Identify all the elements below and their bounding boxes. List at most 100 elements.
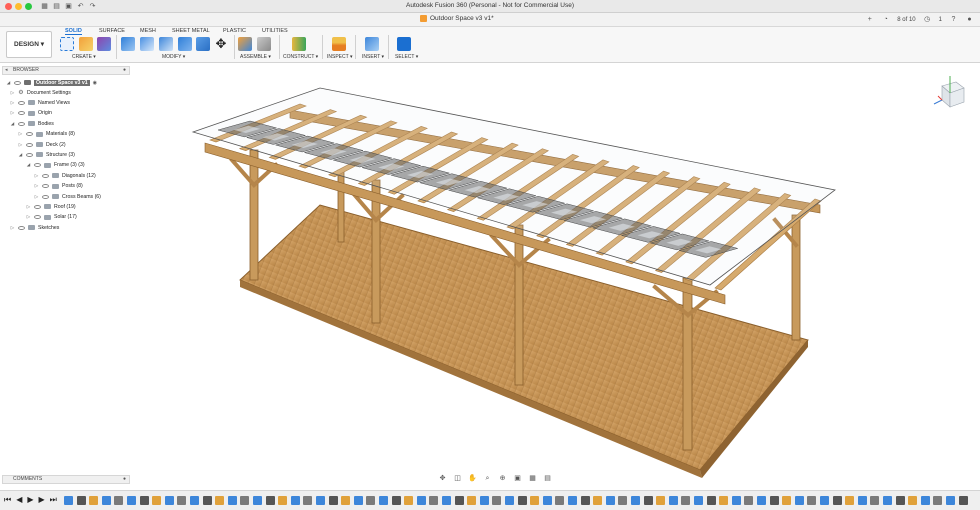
collapse-arrow-icon[interactable]: ◢ [26, 162, 31, 168]
timeline-feature-icon[interactable] [731, 496, 741, 505]
timeline-feature-icon[interactable] [164, 496, 174, 505]
tab-solid[interactable]: SOLID [65, 28, 82, 35]
timeline-feature-icon[interactable] [769, 496, 779, 505]
timeline-feature-icon[interactable] [946, 496, 955, 505]
timeline-feature-icon[interactable] [492, 496, 502, 505]
timeline-feature-icon[interactable] [568, 496, 577, 505]
inspect-menu[interactable]: INSPECT ▾ [327, 54, 352, 60]
document-tab[interactable]: Outdoor Space v3 v1* [420, 15, 494, 22]
timeline-feature-icon[interactable] [505, 496, 514, 505]
timeline-feature-icon[interactable] [908, 496, 918, 505]
timeline-feature-icon[interactable] [190, 496, 199, 505]
pan-icon[interactable]: ✋ [468, 474, 477, 483]
tree-item[interactable]: ▷ Roof (19) [26, 202, 76, 211]
timeline-prev-icon[interactable]: ◀ [16, 495, 22, 505]
tree-item[interactable]: ▷ Posts (8) [34, 182, 83, 191]
expand-arrow-icon[interactable]: ▷ [26, 204, 31, 210]
timeline-feature-icon[interactable] [530, 496, 540, 505]
viewcube-icon[interactable] [930, 72, 970, 112]
timeline-feature-icon[interactable] [290, 496, 300, 505]
expand-arrow-icon[interactable]: ▷ [10, 100, 15, 106]
pin-icon[interactable]: ● [123, 67, 126, 74]
measure-icon[interactable] [332, 37, 346, 51]
workspace-switcher[interactable]: DESIGN ▾ [6, 31, 52, 58]
timeline-feature-icon[interactable] [328, 496, 338, 505]
timeline-feature-icon[interactable] [958, 496, 968, 505]
collapse-arrow-icon[interactable]: ◂ [5, 67, 8, 74]
insert-image-icon[interactable] [365, 37, 379, 51]
visibility-eye-icon[interactable] [18, 121, 25, 126]
tree-item[interactable]: ▷ Origin [10, 109, 52, 118]
collapse-arrow-icon[interactable]: ◢ [18, 152, 23, 158]
timeline-feature-icon[interactable] [454, 496, 464, 505]
timeline-feature-icon[interactable] [883, 496, 892, 505]
visibility-eye-icon[interactable] [34, 215, 41, 220]
timeline-feature-icon[interactable] [391, 496, 401, 505]
visibility-eye-icon[interactable] [42, 184, 49, 189]
timeline-feature-icon[interactable] [404, 496, 414, 505]
timeline-feature-icon[interactable] [202, 496, 212, 505]
timeline-feature-icon[interactable] [719, 496, 729, 505]
fillet-icon[interactable] [140, 37, 154, 51]
timeline-feature-icon[interactable] [379, 496, 388, 505]
timeline-feature-icon[interactable] [215, 496, 225, 505]
display-settings-icon[interactable]: ▣ [513, 474, 522, 483]
zoom-icon[interactable]: ⌕ [483, 474, 492, 483]
visibility-eye-icon[interactable] [34, 163, 41, 168]
timeline-feature-icon[interactable] [857, 496, 867, 505]
construct-menu[interactable]: CONSTRUCT ▾ [283, 54, 318, 60]
expand-arrow-icon[interactable]: ▷ [10, 90, 15, 96]
visibility-eye-icon[interactable] [26, 132, 33, 137]
assemble-menu[interactable]: ASSEMBLE ▾ [240, 54, 271, 60]
timeline-feature-icon[interactable] [845, 496, 855, 505]
viewports-icon[interactable]: ▤ [543, 474, 552, 483]
tab-surface[interactable]: SURFACE [99, 28, 125, 34]
move-icon[interactable]: ✥ [214, 37, 228, 51]
timeline-feature-icon[interactable] [89, 496, 99, 505]
timeline-start-icon[interactable]: ⏮ [4, 495, 11, 505]
timeline-feature-icon[interactable] [114, 496, 124, 505]
viewport-canvas[interactable] [0, 64, 980, 488]
job-status-text[interactable]: 8 of 10 [897, 17, 915, 23]
help-icon[interactable]: ? [949, 15, 958, 24]
timeline-feature-icon[interactable] [757, 496, 766, 505]
timeline-feature-icon[interactable] [643, 496, 653, 505]
timeline-feature-icon[interactable] [920, 496, 930, 505]
grid-settings-icon[interactable]: ▦ [528, 474, 537, 483]
timeline-feature-icon[interactable] [253, 496, 262, 505]
timeline-feature-icon[interactable] [316, 496, 325, 505]
tree-item[interactable]: ◢ Frame (3) (3) [26, 161, 85, 170]
expand-arrow-icon[interactable]: ▷ [34, 183, 39, 189]
timeline-feature-icon[interactable] [618, 496, 628, 505]
timeline-feature-icon[interactable] [341, 496, 351, 505]
visibility-eye-icon[interactable] [26, 142, 33, 147]
timeline-feature-icon[interactable] [580, 496, 590, 505]
visibility-eye-icon[interactable] [18, 100, 25, 105]
tree-item[interactable]: ▷ ⚙ Document Settings [10, 88, 71, 97]
look-at-icon[interactable]: ◫ [453, 474, 462, 483]
select-icon[interactable] [397, 37, 411, 51]
timeline-feature-icon[interactable] [681, 496, 691, 505]
user-avatar-icon[interactable]: ● [965, 15, 974, 24]
timeline-feature-icon[interactable] [631, 496, 640, 505]
expand-arrow-icon[interactable]: ▷ [34, 194, 39, 200]
tree-item[interactable]: ▷ Cross Beams (6) [34, 192, 101, 201]
new-component-icon[interactable] [238, 37, 252, 51]
timeline-feature-icon[interactable] [303, 496, 313, 505]
tree-item[interactable]: ◢ Bodies [10, 119, 54, 128]
timeline-feature-icon[interactable] [668, 496, 678, 505]
timeline-end-icon[interactable]: ⏭ [50, 495, 57, 505]
notification-icon[interactable]: ◷ [923, 15, 932, 24]
timeline-feature-icon[interactable] [177, 496, 187, 505]
fit-icon[interactable]: ⊕ [498, 474, 507, 483]
visibility-eye-icon[interactable] [18, 225, 25, 230]
notification-count[interactable]: 1 [939, 17, 942, 23]
comments-panel[interactable]: COMMENTS ● [2, 475, 130, 484]
select-menu[interactable]: SELECT ▾ [395, 54, 418, 60]
chamfer-icon[interactable] [159, 37, 173, 51]
timeline-feature-icon[interactable] [820, 496, 829, 505]
timeline-feature-icon[interactable] [593, 496, 603, 505]
timeline-play-icon[interactable]: ▶ [27, 495, 33, 505]
timeline-feature-icon[interactable] [152, 496, 162, 505]
comments-toggle-icon[interactable]: ● [123, 476, 126, 483]
